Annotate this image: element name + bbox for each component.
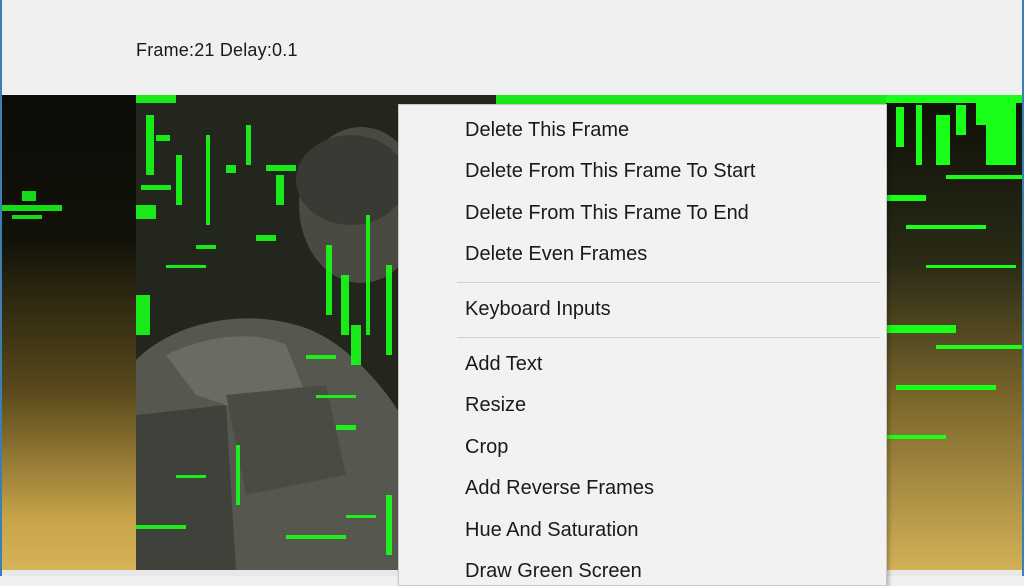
menu-separator	[457, 337, 880, 338]
menu-separator	[457, 282, 880, 283]
menu-item-delete-to-start[interactable]: Delete From This Frame To Start	[399, 151, 886, 192]
menu-item-hue-and-saturation[interactable]: Hue And Saturation	[399, 510, 886, 551]
menu-item-add-reverse-frames[interactable]: Add Reverse Frames	[399, 468, 886, 509]
background-artifacts-left	[2, 191, 62, 219]
menu-item-delete-even-frames[interactable]: Delete Even Frames	[399, 234, 886, 275]
frame-info-label: Frame:21 Delay:0.1	[136, 40, 298, 60]
menu-item-resize[interactable]: Resize	[399, 385, 886, 426]
background-artifacts-right	[886, 95, 1022, 439]
menu-item-delete-to-end[interactable]: Delete From This Frame To End	[399, 193, 886, 234]
frame-context-menu: Delete This Frame Delete From This Frame…	[398, 104, 887, 586]
menu-item-keyboard-inputs[interactable]: Keyboard Inputs	[399, 289, 886, 330]
menu-item-draw-green-screen[interactable]: Draw Green Screen	[399, 551, 886, 585]
menu-item-add-text[interactable]: Add Text	[399, 344, 886, 385]
menu-item-delete-this-frame[interactable]: Delete This Frame	[399, 110, 886, 151]
menu-item-crop[interactable]: Crop	[399, 427, 886, 468]
frame-info-bar: Frame:21 Delay:0.1	[2, 0, 1022, 95]
